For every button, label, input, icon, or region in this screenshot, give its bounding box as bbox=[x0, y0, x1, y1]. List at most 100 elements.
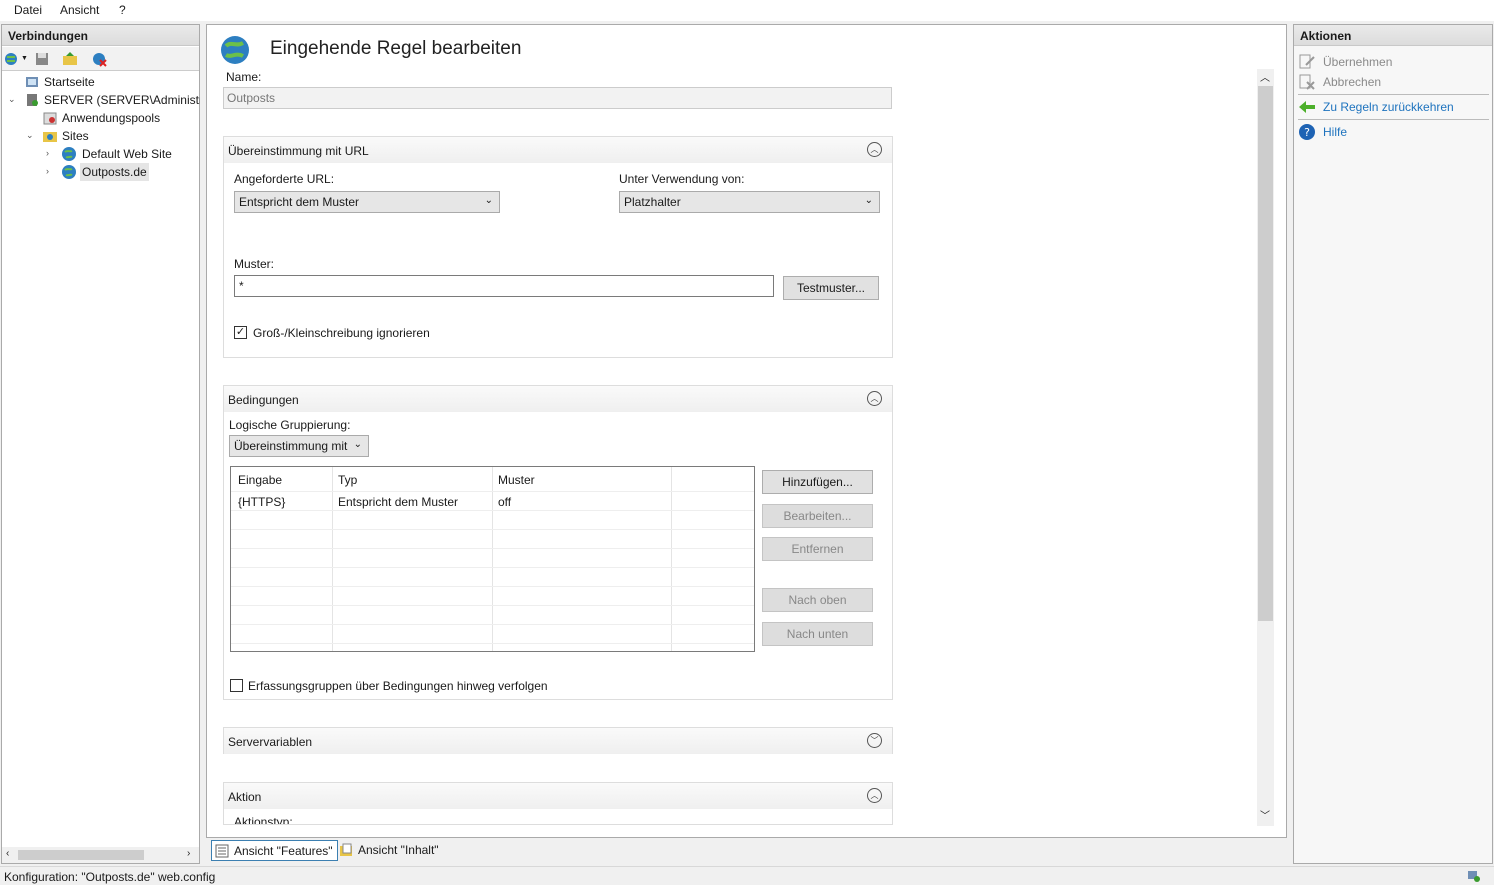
network-status-icon bbox=[1468, 871, 1480, 882]
column-header-pattern[interactable]: Muster bbox=[498, 473, 535, 487]
action-label: Übernehmen bbox=[1323, 55, 1393, 69]
menu-bar: Datei Ansicht ? bbox=[0, 0, 1494, 21]
remove-condition-button[interactable]: Entfernen bbox=[762, 537, 873, 561]
track-groups-label: Erfassungsgruppen über Bedingungen hinwe… bbox=[248, 679, 548, 693]
actions-title: Aktionen bbox=[1294, 25, 1492, 46]
edit-condition-button[interactable]: Bearbeiten... bbox=[762, 504, 873, 528]
column-header-input[interactable]: Eingabe bbox=[238, 473, 282, 487]
requested-url-select[interactable]: Entspricht dem Muster ⌄ bbox=[234, 191, 500, 213]
globe-icon bbox=[62, 147, 76, 161]
ignore-case-checkbox[interactable]: ✓ bbox=[234, 326, 247, 339]
up-folder-icon[interactable] bbox=[62, 51, 78, 67]
add-condition-button[interactable]: Hinzufügen... bbox=[762, 470, 873, 494]
section-title: Servervariablen bbox=[228, 735, 313, 749]
collapsed-chevron-icon[interactable]: › bbox=[46, 166, 49, 176]
actions-panel: Aktionen Übernehmen Abbrechen Zu Regeln … bbox=[1293, 24, 1493, 864]
using-label: Unter Verwendung von: bbox=[619, 172, 745, 186]
server-variables-section: Servervariablen ﹀ bbox=[223, 727, 893, 754]
menu-ansicht[interactable]: Ansicht bbox=[60, 3, 99, 17]
action-section: Aktion ︿ Aktionstyp: bbox=[223, 782, 893, 825]
collapse-icon[interactable]: ︿ bbox=[867, 391, 882, 406]
pattern-input[interactable]: * bbox=[234, 275, 774, 297]
divider bbox=[1298, 119, 1489, 120]
url-section-header[interactable]: Übereinstimmung mit URL ︿ bbox=[224, 137, 892, 163]
collapse-icon[interactable]: ︿ bbox=[867, 788, 882, 803]
scroll-left-icon[interactable]: ‹ bbox=[6, 848, 9, 859]
horizontal-scrollbar[interactable]: ‹ › bbox=[2, 847, 199, 863]
divider bbox=[1298, 94, 1489, 95]
using-select[interactable]: Platzhalter ⌄ bbox=[619, 191, 880, 213]
move-down-button[interactable]: Nach unten bbox=[762, 622, 873, 646]
scroll-down-icon[interactable]: ﹀ bbox=[1260, 807, 1270, 822]
connections-toolbar: ▼ bbox=[2, 47, 199, 71]
sites-folder-icon bbox=[43, 132, 57, 142]
scroll-thumb[interactable] bbox=[18, 850, 144, 860]
move-up-button[interactable]: Nach oben bbox=[762, 588, 873, 612]
action-section-header[interactable]: Aktion ︿ bbox=[224, 783, 892, 809]
expanded-chevron-icon[interactable]: ⌄ bbox=[8, 94, 16, 105]
page-title: Eingehende Regel bearbeiten bbox=[270, 38, 522, 59]
chevron-down-icon: ⌄ bbox=[484, 195, 493, 206]
tree-label: Anwendungspools bbox=[62, 111, 161, 125]
globe-icon bbox=[221, 36, 249, 64]
conditions-section-header[interactable]: Bedingungen ︿ bbox=[224, 386, 892, 412]
requested-url-label: Angeforderte URL: bbox=[234, 172, 335, 186]
column-header-type[interactable]: Typ bbox=[338, 473, 357, 487]
tree-label: SERVER (SERVER\Administrator) bbox=[44, 93, 200, 107]
dropdown-arrow-icon[interactable]: ▼ bbox=[21, 55, 28, 62]
section-title: Übereinstimmung mit URL bbox=[228, 144, 369, 158]
connect-globe-icon[interactable] bbox=[4, 51, 20, 67]
name-label: Name: bbox=[226, 70, 262, 84]
expand-icon[interactable]: ﹀ bbox=[867, 733, 882, 748]
name-field[interactable]: Outposts bbox=[223, 87, 892, 109]
main-panel: Eingehende Regel bearbeiten Name: Outpos… bbox=[206, 24, 1287, 838]
tab-label: Ansicht "Inhalt" bbox=[358, 843, 439, 857]
select-value: Platzhalter bbox=[624, 195, 681, 209]
tab-content-view[interactable]: Ansicht "Inhalt" bbox=[336, 840, 443, 861]
server-icon bbox=[27, 94, 38, 106]
grouping-select[interactable]: Übereinstimmung mit ⌄ bbox=[229, 435, 369, 457]
url-match-section: Übereinstimmung mit URL ︿ Angeforderte U… bbox=[223, 136, 893, 358]
disconnect-icon[interactable] bbox=[91, 51, 107, 67]
cell-pattern[interactable]: off bbox=[498, 495, 511, 509]
vertical-scrollbar[interactable]: ︿ ﹀ bbox=[1257, 69, 1274, 826]
home-page-icon bbox=[26, 77, 38, 87]
scroll-up-icon[interactable]: ︿ bbox=[1260, 69, 1270, 84]
app-pools-icon bbox=[43, 112, 57, 125]
svg-text:?: ? bbox=[1304, 126, 1310, 139]
conditions-table[interactable]: Eingabe Typ Muster {HTTPS} Entspricht de… bbox=[230, 466, 755, 652]
select-value: Entspricht dem Muster bbox=[239, 195, 360, 209]
menu-datei[interactable]: Datei bbox=[14, 3, 42, 17]
connections-title: Verbindungen bbox=[2, 25, 199, 46]
content-view-icon bbox=[340, 843, 352, 856]
action-label: Zu Regeln zurückkehren bbox=[1323, 100, 1454, 114]
cell-type[interactable]: Entspricht dem Muster bbox=[338, 495, 458, 509]
track-groups-checkbox[interactable] bbox=[230, 679, 243, 692]
cell-input[interactable]: {HTTPS} bbox=[238, 495, 285, 509]
collapsed-chevron-icon[interactable]: › bbox=[46, 148, 49, 158]
features-view-icon bbox=[215, 844, 229, 858]
tree-label: Default Web Site bbox=[82, 147, 172, 161]
menu-help[interactable]: ? bbox=[119, 3, 126, 17]
connections-panel: Verbindungen ▼ Startseite ⌄ SERVER (SERV… bbox=[1, 24, 200, 864]
view-switcher: Ansicht "Features" Ansicht "Inhalt" bbox=[206, 838, 1287, 864]
tree-label-selected: Outposts.de bbox=[80, 163, 149, 181]
select-value: Übereinstimmung mit bbox=[234, 439, 348, 453]
chevron-down-icon: ⌄ bbox=[864, 195, 873, 206]
server-vars-header[interactable]: Servervariablen ﹀ bbox=[224, 728, 892, 754]
scroll-thumb[interactable] bbox=[1258, 86, 1273, 621]
scroll-right-icon[interactable]: › bbox=[187, 848, 190, 859]
test-pattern-button[interactable]: Testmuster... bbox=[783, 276, 879, 300]
grouping-label: Logische Gruppierung: bbox=[229, 418, 351, 432]
cancel-icon bbox=[1299, 74, 1315, 90]
action-label: Abbrechen bbox=[1323, 75, 1382, 89]
tab-features-view[interactable]: Ansicht "Features" bbox=[211, 840, 338, 861]
save-icon[interactable] bbox=[34, 51, 50, 67]
tree-label: Sites bbox=[62, 129, 89, 143]
expanded-chevron-icon[interactable]: ⌄ bbox=[26, 130, 34, 141]
collapse-icon[interactable]: ︿ bbox=[867, 142, 882, 157]
tab-label: Ansicht "Features" bbox=[234, 844, 333, 858]
apply-icon bbox=[1299, 54, 1315, 69]
globe-icon bbox=[62, 165, 76, 179]
status-bar: Konfiguration: "Outposts.de" web.config bbox=[0, 866, 1494, 885]
